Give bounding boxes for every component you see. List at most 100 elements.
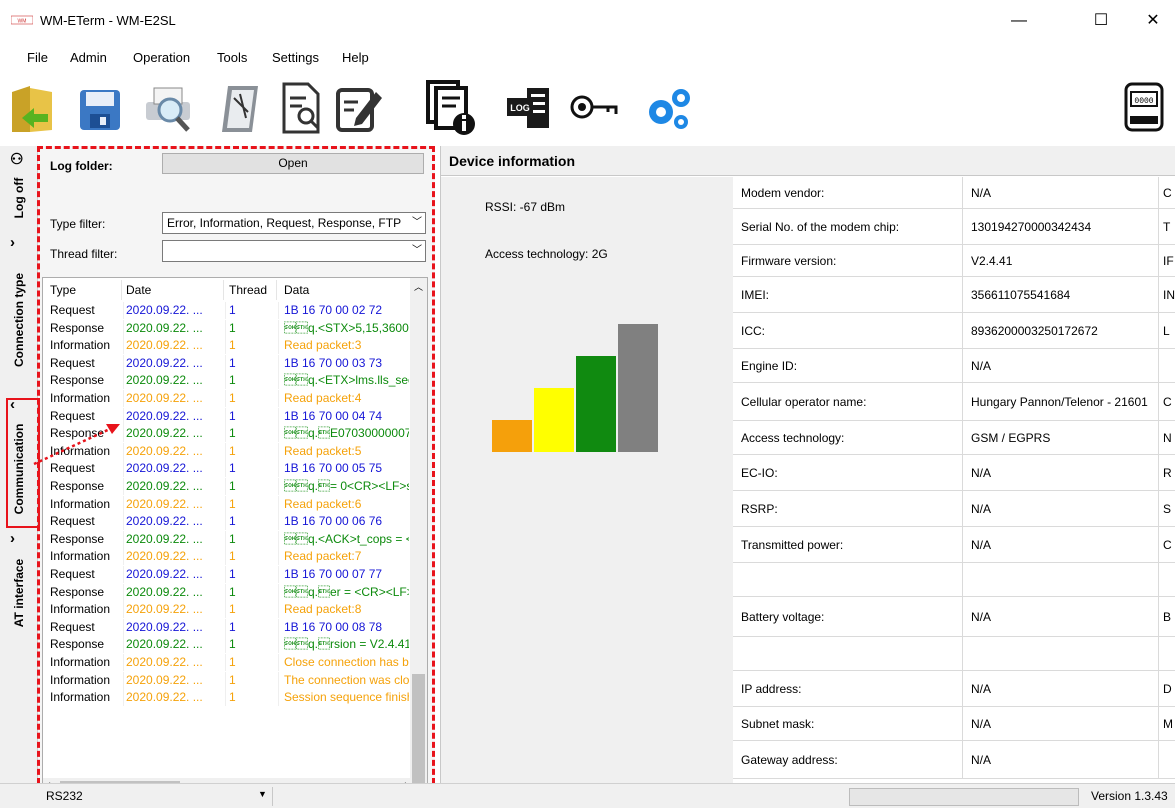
document-search-icon[interactable] xyxy=(276,78,328,136)
info-extra: T xyxy=(1159,209,1175,244)
info-label xyxy=(733,563,963,596)
signal-bar-4 xyxy=(618,324,658,452)
version-label: Version 1.3.43 xyxy=(1091,789,1168,803)
svg-text:0000: 0000 xyxy=(1134,97,1153,106)
log-file-icon[interactable]: LOG xyxy=(503,78,555,136)
info-label: Cellular operator name: xyxy=(733,383,963,420)
maximize-button[interactable]: ☐ xyxy=(1078,6,1124,36)
device-information-panel: Device information RSSI: -67 dBm Access … xyxy=(440,146,1175,808)
document-info-icon[interactable] xyxy=(424,78,476,136)
key-icon[interactable] xyxy=(568,78,620,136)
signal-area: RSSI: -67 dBm Access technology: 2G xyxy=(441,177,733,804)
info-value: N/A xyxy=(963,349,1159,382)
info-label: Transmitted power: xyxy=(733,527,963,562)
chevron-right-icon: › xyxy=(10,234,15,251)
print-preview-icon[interactable] xyxy=(142,78,194,136)
svg-text:LOG: LOG xyxy=(510,103,530,113)
info-label: Access technology: xyxy=(733,421,963,454)
window-title: WM-ETerm - WM-E2SL xyxy=(40,13,176,28)
app-icon: WM xyxy=(11,15,33,25)
info-extra: L xyxy=(1159,313,1175,348)
info-extra: D xyxy=(1159,671,1175,706)
info-label: RSRP: xyxy=(733,491,963,526)
info-value xyxy=(963,637,1159,670)
info-value: 8936200003250172672 xyxy=(963,313,1159,348)
info-value: N/A xyxy=(963,177,1159,208)
info-label: Firmware version: xyxy=(733,245,963,276)
device-info-title: Device information xyxy=(449,153,576,169)
progress-bar xyxy=(849,788,1079,806)
info-row: Gateway address: N/A xyxy=(733,741,1175,779)
annotation-arrow xyxy=(33,424,120,466)
info-label: Battery voltage: xyxy=(733,597,963,636)
info-label: IP address: xyxy=(733,671,963,706)
info-extra xyxy=(1159,349,1175,382)
info-row: Cellular operator name: Hungary Pannon/Te… xyxy=(733,383,1175,421)
menu-help[interactable]: Help xyxy=(342,50,369,65)
svg-text:WM: WM xyxy=(18,19,27,25)
info-extra: C xyxy=(1159,177,1175,208)
info-row: Subnet mask: N/A M xyxy=(733,707,1175,741)
info-label: Serial No. of the modem chip: xyxy=(733,209,963,244)
info-row xyxy=(733,637,1175,671)
info-value: GSM / EGPRS xyxy=(963,421,1159,454)
gears-icon[interactable] xyxy=(643,78,695,136)
info-row: ICC: 8936200003250172672 L xyxy=(733,313,1175,349)
rssi-value: RSSI: -67 dBm xyxy=(485,200,566,214)
menu-settings[interactable]: Settings xyxy=(272,50,319,65)
info-row: Engine ID: N/A xyxy=(733,349,1175,383)
info-value: N/A xyxy=(963,671,1159,706)
notebook-icon[interactable] xyxy=(214,78,266,136)
info-label: Engine ID: xyxy=(733,349,963,382)
menu-admin[interactable]: Admin xyxy=(70,50,107,65)
info-row: EC-IO: N/A R xyxy=(733,455,1175,491)
info-label: Modem vendor: xyxy=(733,177,963,208)
user-icon: ⚇ xyxy=(10,151,24,168)
edit-document-icon[interactable] xyxy=(332,78,384,136)
tab-connection-type[interactable]: Connection type xyxy=(0,250,38,390)
info-value: N/A xyxy=(963,527,1159,562)
info-extra: IN xyxy=(1159,277,1175,312)
info-extra: S xyxy=(1159,491,1175,526)
menu-operation[interactable]: Operation xyxy=(133,50,190,65)
info-extra: N xyxy=(1159,421,1175,454)
info-value: N/A xyxy=(963,741,1159,778)
info-extra xyxy=(1159,563,1175,596)
info-extra: B xyxy=(1159,597,1175,636)
info-row: Modem vendor: N/A C xyxy=(733,177,1175,209)
info-extra: IF xyxy=(1159,245,1175,276)
title-bar: WM WM-ETerm - WM-E2SL — ☐ ✕ xyxy=(0,0,1175,42)
toolbar: LOG 0000 xyxy=(0,70,1175,146)
info-label: EC-IO: xyxy=(733,455,963,490)
info-value xyxy=(963,563,1159,596)
minimize-button[interactable]: — xyxy=(996,6,1042,36)
info-row: Serial No. of the modem chip: 13019427000… xyxy=(733,209,1175,245)
info-value: N/A xyxy=(963,491,1159,526)
info-value: V2.4.41 xyxy=(963,245,1159,276)
info-value: N/A xyxy=(963,597,1159,636)
open-folder-icon[interactable] xyxy=(8,78,60,136)
menu-file[interactable]: File xyxy=(27,50,48,65)
signal-bar-1 xyxy=(492,420,532,452)
info-label xyxy=(733,637,963,670)
info-row xyxy=(733,563,1175,597)
tab-log-off[interactable]: Log off xyxy=(0,168,38,228)
info-extra: M xyxy=(1159,707,1175,740)
menu-tools[interactable]: Tools xyxy=(217,50,247,65)
meter-icon[interactable]: 0000 xyxy=(1118,78,1170,136)
dropdown-arrow-icon[interactable]: ▼ xyxy=(258,789,267,799)
save-icon[interactable] xyxy=(74,78,126,136)
device-info-grid: Modem vendor: N/A C Serial No. of the modem… xyxy=(733,177,1175,804)
menu-bar: File Admin Operation Tools Settings Help xyxy=(0,42,1175,70)
info-value: N/A xyxy=(963,455,1159,490)
tab-at-interface[interactable]: AT interface xyxy=(0,548,38,638)
signal-bar-3 xyxy=(576,356,616,452)
info-row: Transmitted power: N/A C xyxy=(733,527,1175,563)
signal-bar-2 xyxy=(534,388,574,452)
close-button[interactable]: ✕ xyxy=(1130,6,1175,36)
port-select[interactable]: RS232 xyxy=(46,789,83,803)
status-bar: RS232 ▼ Version 1.3.43 xyxy=(0,783,1175,808)
info-row: IP address: N/A D xyxy=(733,671,1175,707)
info-row: Access technology: GSM / EGPRS N xyxy=(733,421,1175,455)
info-value: Hungary Pannon/Telenor - 21601 xyxy=(963,383,1159,420)
